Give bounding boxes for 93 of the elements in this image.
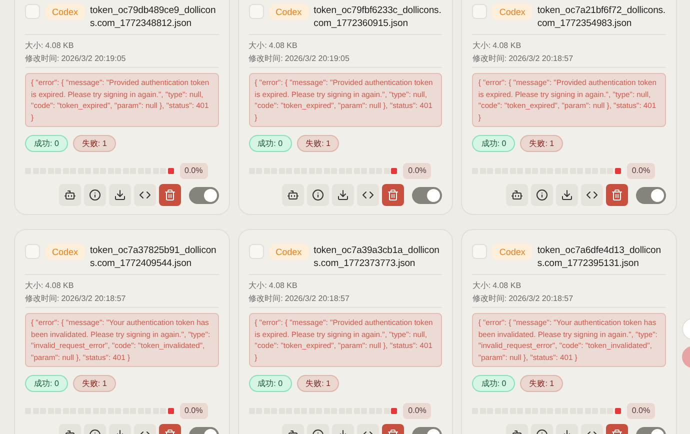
file-name: token_oc79fbf6233c_dollicons.com_1772360915.json (314, 4, 442, 30)
success-rate: 0.0% (180, 163, 208, 179)
code-icon (138, 189, 151, 201)
failure-count: 失败: 1 (520, 375, 564, 392)
bot-icon (287, 189, 300, 201)
checkbox[interactable] (25, 244, 40, 259)
success-rate: 0.0% (626, 163, 656, 179)
modified-time-label: 修改时间: (472, 53, 507, 65)
modified-time-label: 修改时间: (25, 53, 60, 65)
modified-time: 2026/3/2 20:18:57 (508, 293, 574, 305)
file-size: 4.08 KB (492, 40, 522, 52)
trash-icon (164, 189, 176, 201)
file-name: token_oc7a6dfe4d13_dollicons.com_1772395131.json (537, 244, 662, 270)
bot-icon (511, 189, 523, 201)
toggle-switch[interactable] (188, 186, 219, 204)
success-count: 成功: 0 (25, 135, 68, 152)
success-rate: 0.0% (403, 163, 432, 179)
download-button[interactable] (556, 184, 578, 206)
modified-time-label: 修改时间: (25, 293, 60, 305)
size-label: 大小: (25, 40, 44, 52)
size-label: 大小: (248, 40, 267, 52)
modified-time-label: 修改时间: (472, 293, 507, 305)
checkbox[interactable] (25, 4, 40, 19)
size-label: 大小: (248, 280, 267, 292)
type-badge: Codex (45, 244, 86, 260)
size-label: 大小: (25, 280, 44, 292)
failure-count: 失败: 1 (296, 135, 340, 152)
file-size: 4.08 KB (268, 40, 298, 52)
code-button[interactable] (357, 184, 380, 206)
download-button[interactable] (108, 184, 131, 206)
trash-icon (611, 189, 623, 201)
download-icon (561, 189, 573, 201)
toggle-switch[interactable] (412, 186, 442, 204)
checkbox[interactable] (248, 4, 264, 19)
delete-button[interactable] (606, 184, 628, 206)
info-button[interactable] (84, 184, 106, 206)
checkbox[interactable] (472, 244, 488, 259)
file-name: token_oc7a21bf6f72_dollicons.com_1772354983.json (537, 4, 666, 30)
type-badge: Codex (268, 244, 309, 260)
success-rate: 0.0% (403, 403, 432, 419)
success-count: 成功: 0 (472, 375, 516, 392)
delete-button[interactable] (382, 184, 404, 206)
modified-time: 2026/3/2 20:18:57 (284, 293, 350, 305)
success-count: 成功: 0 (248, 375, 292, 392)
delete-button[interactable] (158, 184, 181, 206)
checkbox[interactable] (248, 244, 264, 259)
code-icon (586, 189, 598, 201)
modified-time: 2026/3/2 20:18:57 (508, 53, 574, 65)
failure-count: 失败: 1 (72, 375, 116, 392)
size-label: 大小: (472, 40, 491, 52)
file-size: 4.08 KB (492, 280, 522, 292)
success-count: 成功: 0 (248, 135, 292, 152)
size-label: 大小: (472, 280, 491, 292)
download-icon (337, 189, 350, 201)
toggle-switch[interactable] (636, 186, 666, 204)
bot-icon (64, 189, 76, 201)
file-name: token_oc79db489ce9_dollicons.com_1772348812.json (90, 4, 217, 30)
failure-count: 失败: 1 (72, 135, 116, 152)
modified-time: 2026/3/2 20:19:05 (284, 53, 350, 65)
type-badge: Codex (45, 4, 86, 20)
bot-button[interactable] (282, 184, 304, 206)
file-name: token_oc7a39a3cb1a_dollicons.com_1772373773.json (314, 244, 440, 270)
info-button[interactable] (307, 184, 330, 206)
download-icon (114, 189, 126, 201)
modified-time: 2026/3/2 20:18:57 (61, 293, 126, 305)
code-icon (362, 189, 374, 201)
info-icon (536, 189, 548, 201)
code-button[interactable] (134, 184, 156, 206)
file-name: token_oc7a37825b91_dollicons.com_1772409544.json (90, 244, 218, 270)
modified-time-label: 修改时间: (248, 53, 283, 65)
success-count: 成功: 0 (472, 135, 516, 152)
modified-time-label: 修改时间: (248, 293, 283, 305)
checkbox[interactable] (472, 4, 488, 19)
download-button[interactable] (332, 184, 354, 206)
modified-time: 2026/3/2 20:19:05 (61, 53, 126, 65)
success-rate: 0.0% (180, 403, 208, 419)
file-size: 4.08 KB (45, 280, 74, 292)
file-size: 4.08 KB (45, 40, 74, 52)
info-icon (312, 189, 324, 201)
bot-button[interactable] (58, 184, 81, 206)
success-count: 成功: 0 (25, 375, 68, 392)
type-badge: Codex (492, 4, 532, 20)
type-badge: Codex (268, 4, 309, 20)
file-size: 4.08 KB (268, 280, 298, 292)
info-icon (88, 189, 101, 201)
failure-count: 失败: 1 (296, 375, 340, 392)
code-button[interactable] (581, 184, 603, 206)
failure-count: 失败: 1 (520, 135, 564, 152)
type-badge: Codex (492, 244, 532, 260)
bot-button[interactable] (506, 184, 528, 206)
success-rate: 0.0% (626, 403, 656, 419)
info-button[interactable] (531, 184, 553, 206)
trash-icon (387, 189, 400, 201)
